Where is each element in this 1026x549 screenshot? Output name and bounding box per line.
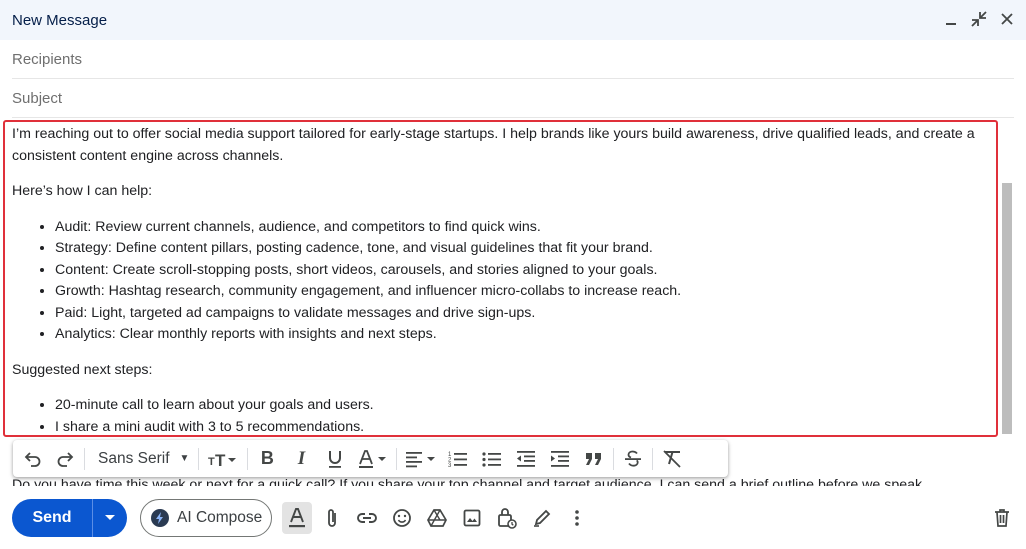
exit-fullscreen-icon[interactable]: [968, 8, 990, 30]
confidential-mode-icon[interactable]: [492, 502, 522, 534]
indent-more-icon[interactable]: [546, 444, 574, 474]
body-intro: I’m reaching out to offer social media s…: [12, 126, 975, 164]
recipients-field[interactable]: [12, 40, 1014, 79]
bulleted-list-icon[interactable]: [478, 444, 506, 474]
compose-titlebar: New Message: [0, 0, 1026, 40]
toolbar-divider: [396, 447, 398, 470]
svg-text:T: T: [215, 451, 226, 468]
font-family-select[interactable]: Sans Serif ▼: [90, 450, 193, 468]
strikethrough-icon[interactable]: [619, 444, 647, 474]
minimize-icon[interactable]: [940, 8, 962, 30]
svg-text:T: T: [208, 456, 215, 468]
compose-actions: [282, 502, 597, 534]
formatting-toolbar: Sans Serif ▼ TT B I 123: [13, 440, 728, 477]
discard-draft-icon[interactable]: [988, 502, 1016, 534]
schedule-send-dropdown[interactable]: [93, 499, 127, 537]
signature-icon[interactable]: [527, 502, 557, 534]
underline-icon[interactable]: [321, 444, 349, 474]
quote-icon[interactable]: [580, 444, 608, 474]
toolbar-divider: [247, 447, 249, 470]
remove-formatting-icon[interactable]: [658, 444, 686, 474]
send-button-group: Send: [12, 499, 127, 537]
help-list: Audit: Review current channels, audience…: [12, 217, 988, 346]
ai-compose-button[interactable]: AI Compose: [140, 499, 272, 537]
body-overflow-text: Do you have time this week or next for a…: [12, 477, 927, 486]
recipients-input[interactable]: [12, 50, 1014, 68]
ai-compose-label: AI Compose: [177, 509, 263, 526]
compose-bottom-bar: Send AI Compose: [0, 497, 1026, 539]
toolbar-divider: [84, 447, 85, 470]
lightning-icon: [151, 509, 169, 527]
toolbar-divider: [613, 447, 615, 470]
list-item: Content: Create scroll-stopping posts, s…: [55, 260, 988, 282]
next-steps-list: 20-minute call to learn about your goals…: [12, 395, 988, 436]
insert-link-icon[interactable]: [352, 502, 382, 534]
toolbar-divider: [198, 447, 200, 470]
list-item: Growth: Hashtag research, community enga…: [55, 281, 988, 303]
list-item: Analytics: Clear monthly reports with in…: [55, 324, 988, 346]
list-item: 20-minute call to learn about your goals…: [55, 395, 988, 417]
list-item: Paid: Light, targeted ad campaigns to va…: [55, 303, 988, 325]
font-family-value: Sans Serif: [98, 449, 170, 467]
indent-less-icon[interactable]: [512, 444, 540, 474]
caret-down-icon: [105, 515, 115, 520]
next-steps-heading: Suggested next steps:: [12, 361, 153, 378]
list-item: Strategy: Define content pillars, postin…: [55, 238, 988, 260]
svg-text:3: 3: [448, 463, 452, 468]
toolbar-divider: [652, 447, 654, 470]
close-icon[interactable]: [996, 8, 1018, 30]
bold-icon[interactable]: B: [253, 444, 281, 474]
message-body[interactable]: I’m reaching out to offer social media s…: [3, 120, 998, 437]
insert-photo-icon[interactable]: [457, 502, 487, 534]
list-item: I share a mini audit with 3 to 5 recomme…: [55, 417, 988, 436]
formatting-options-icon[interactable]: [282, 502, 312, 534]
redo-icon[interactable]: [51, 444, 79, 474]
body-scrollbar[interactable]: [1002, 183, 1012, 434]
compose-title: New Message: [12, 11, 108, 29]
subject-input[interactable]: [12, 89, 1014, 107]
align-icon[interactable]: [402, 444, 440, 474]
undo-icon[interactable]: [19, 444, 47, 474]
attach-file-icon[interactable]: [317, 502, 347, 534]
caret-down-icon: ▼: [179, 453, 190, 464]
send-button[interactable]: Send: [12, 499, 92, 537]
numbered-list-icon[interactable]: 123: [444, 444, 472, 474]
list-item: Audit: Review current channels, audience…: [55, 217, 988, 239]
subject-field[interactable]: [12, 79, 1014, 118]
insert-emoji-icon[interactable]: [387, 502, 417, 534]
google-drive-icon[interactable]: [422, 502, 452, 534]
font-size-icon[interactable]: TT: [204, 444, 242, 474]
italic-icon[interactable]: I: [287, 444, 315, 474]
more-options-icon[interactable]: [562, 502, 592, 534]
help-heading: Here’s how I can help:: [12, 183, 153, 199]
text-color-icon[interactable]: [355, 444, 391, 474]
